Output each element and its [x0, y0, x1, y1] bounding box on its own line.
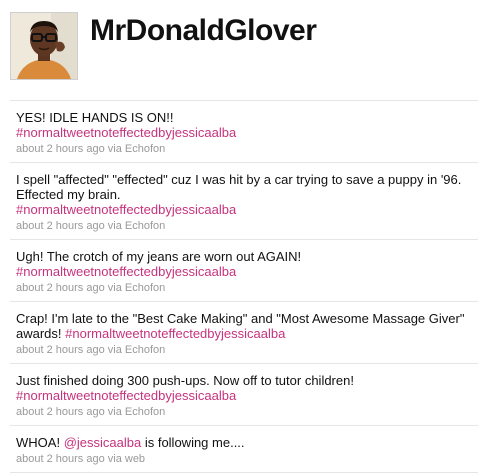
tweet-timeline: YES! IDLE HANDS IS ON!! #normaltweetnote…: [10, 100, 478, 473]
tweet-body-start: WHOA!: [16, 435, 61, 450]
source-link[interactable]: Echofon: [125, 282, 165, 294]
source-link[interactable]: Echofon: [125, 406, 165, 418]
via-label: via: [107, 282, 122, 294]
tweet-body-end: is following me....: [144, 435, 245, 450]
hashtag-link[interactable]: #normaltweetnoteffectedbyjessicaalba: [16, 388, 236, 403]
profile-photo-icon: [11, 13, 77, 79]
tweet-meta: about 2 hours ago via Echofon: [16, 406, 472, 419]
source-link[interactable]: web: [125, 453, 145, 465]
source-link[interactable]: Echofon: [125, 220, 165, 232]
tweet-item: WHOA! @jessicaalba is following me.... a…: [10, 426, 478, 473]
via-label: via: [107, 453, 122, 465]
tweet-item: I spell "affected" "effected" cuz I was …: [10, 163, 478, 240]
tweet-text: YES! IDLE HANDS IS ON!! #normaltweetnote…: [16, 110, 472, 140]
hashtag-link[interactable]: #normaltweetnoteffectedbyjessicaalba: [16, 202, 236, 217]
tweet-body: Just finished doing 300 push-ups. Now of…: [16, 373, 354, 388]
tweet-meta: about 2 hours ago via Echofon: [16, 220, 472, 233]
profile-header: MrDonaldGlover: [8, 8, 484, 86]
tweet-timestamp[interactable]: about 2 hours ago: [16, 344, 105, 356]
tweet-timestamp[interactable]: about 2 hours ago: [16, 143, 105, 155]
source-link[interactable]: Echofon: [125, 344, 165, 356]
via-label: via: [107, 344, 122, 356]
profile-username[interactable]: MrDonaldGlover: [90, 14, 317, 48]
via-label: via: [107, 406, 122, 418]
tweet-item: Crap! I'm late to the "Best Cake Making"…: [10, 302, 478, 364]
hashtag-link[interactable]: #normaltweetnoteffectedbyjessicaalba: [16, 125, 236, 140]
mention-link[interactable]: @jessicaalba: [64, 435, 142, 450]
source-link[interactable]: Echofon: [125, 143, 165, 155]
tweet-meta: about 2 hours ago via Echofon: [16, 344, 472, 357]
tweet-body: I spell "affected" "effected" cuz I was …: [16, 172, 462, 202]
tweet-body: YES! IDLE HANDS IS ON!!: [16, 110, 174, 125]
hashtag-link[interactable]: #normaltweetnoteffectedbyjessicaalba: [16, 264, 236, 279]
tweet-text: I spell "affected" "effected" cuz I was …: [16, 172, 472, 217]
via-label: via: [107, 143, 122, 155]
tweet-body: Ugh! The crotch of my jeans are worn out…: [16, 249, 302, 264]
tweet-meta: about 2 hours ago via Echofon: [16, 143, 472, 156]
tweet-timestamp[interactable]: about 2 hours ago: [16, 453, 105, 465]
tweet-timestamp[interactable]: about 2 hours ago: [16, 282, 105, 294]
tweet-text: Just finished doing 300 push-ups. Now of…: [16, 373, 472, 403]
tweet-text: Ugh! The crotch of my jeans are worn out…: [16, 249, 472, 279]
tweet-meta: about 2 hours ago via web: [16, 453, 472, 466]
hashtag-link[interactable]: #normaltweetnoteffectedbyjessicaalba: [65, 326, 285, 341]
via-label: via: [107, 220, 122, 232]
tweet-text: Crap! I'm late to the "Best Cake Making"…: [16, 311, 472, 341]
tweet-text: WHOA! @jessicaalba is following me....: [16, 435, 472, 450]
tweet-timestamp[interactable]: about 2 hours ago: [16, 406, 105, 418]
avatar[interactable]: [10, 12, 78, 80]
tweet-timestamp[interactable]: about 2 hours ago: [16, 220, 105, 232]
tweet-item: Just finished doing 300 push-ups. Now of…: [10, 364, 478, 426]
tweet-item: Ugh! The crotch of my jeans are worn out…: [10, 240, 478, 302]
tweet-item: YES! IDLE HANDS IS ON!! #normaltweetnote…: [10, 101, 478, 163]
tweet-meta: about 2 hours ago via Echofon: [16, 282, 472, 295]
